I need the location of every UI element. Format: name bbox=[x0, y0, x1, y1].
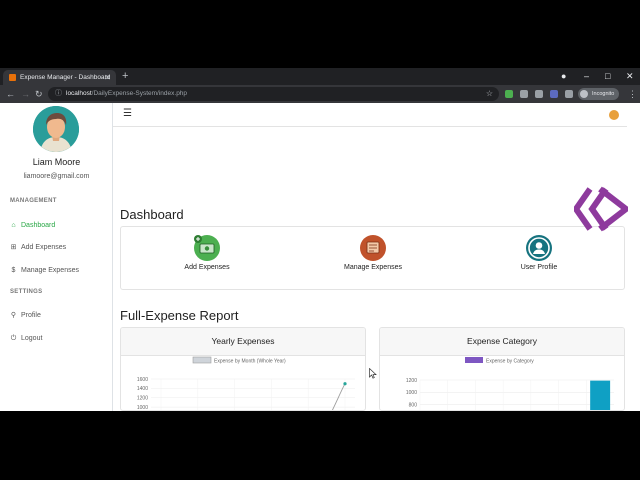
y-tick-label: 800 bbox=[409, 402, 418, 408]
incognito-label: Incognito bbox=[592, 91, 615, 97]
data-point bbox=[343, 382, 347, 386]
quick-actions-card: Add Expenses Manage Expenses User Profil… bbox=[120, 226, 625, 290]
watermark-logo-icon bbox=[574, 186, 628, 232]
screen: Expense Manager - Dashboard ✕ + ● – □ ✕ … bbox=[0, 0, 640, 480]
quick-action-label: User Profile bbox=[520, 264, 558, 271]
dollar-icon: $ bbox=[11, 267, 16, 274]
url-path: /DailyExpense-System/index.php bbox=[91, 90, 188, 97]
media-control-icon[interactable]: ● bbox=[561, 68, 566, 85]
y-tick-label: 1200 bbox=[406, 378, 417, 384]
mouse-cursor-icon bbox=[369, 368, 377, 379]
maximize-icon[interactable]: □ bbox=[605, 68, 610, 85]
sidebar-item-label: Dashboard bbox=[21, 222, 56, 229]
incognito-badge[interactable]: Incognito bbox=[578, 88, 620, 100]
sidebar-item-label: Profile bbox=[21, 312, 41, 319]
extensions-puzzle-icon[interactable] bbox=[565, 90, 573, 98]
sidebar-item-add-expenses[interactable]: ⊞ Add Expenses bbox=[9, 242, 67, 254]
user-email: liamoore@gmail.com bbox=[23, 173, 90, 180]
menu-toggle-icon[interactable]: ☰ bbox=[123, 109, 132, 119]
yearly-expenses-card: Yearly Expenses Expense by Month (Whole … bbox=[120, 327, 366, 411]
web-page: Liam Moore liamoore@gmail.com MANAGEMENT… bbox=[0, 103, 640, 411]
incognito-icon bbox=[580, 90, 588, 98]
quick-action-label: Manage Expenses bbox=[344, 264, 402, 271]
legend-swatch bbox=[465, 357, 483, 363]
extension-icon[interactable] bbox=[520, 90, 528, 98]
quick-action-label: Add Expenses bbox=[184, 264, 230, 271]
y-tick-label: 1200 bbox=[137, 396, 148, 402]
sidebar-item-dashboard[interactable]: ⌂ Dashboard bbox=[9, 220, 55, 232]
line-chart: Expense by Month (Whole Year)02004006008… bbox=[137, 356, 355, 411]
bar-chart: Expense by Category020040060080010001200… bbox=[406, 357, 614, 410]
extension-icon[interactable] bbox=[505, 90, 513, 98]
card-title: Yearly Expenses bbox=[121, 328, 365, 356]
user-menu-avatar[interactable] bbox=[609, 110, 619, 120]
url-host: localhost bbox=[66, 90, 92, 97]
report-title: Full-Expense Report bbox=[120, 308, 239, 323]
user-profile-button[interactable]: User Profile bbox=[484, 235, 594, 271]
sidebar-item-logout[interactable]: ⏻ Logout bbox=[9, 333, 43, 345]
minimize-icon[interactable]: – bbox=[584, 68, 589, 85]
money-add-icon bbox=[194, 235, 220, 261]
plus-square-icon: ⊞ bbox=[10, 244, 17, 251]
section-heading-management: MANAGEMENT bbox=[10, 198, 57, 204]
bookmark-star-icon[interactable]: ☆ bbox=[486, 87, 493, 101]
close-tab-icon[interactable]: ✕ bbox=[104, 70, 111, 85]
avatar bbox=[33, 106, 79, 152]
legend-label: Expense by Month (Whole Year) bbox=[214, 359, 286, 365]
sidebar-item-profile[interactable]: ⚲ Profile bbox=[9, 310, 41, 322]
tab-strip: Expense Manager - Dashboard ✕ + ● – □ ✕ bbox=[0, 68, 640, 85]
site-info-icon[interactable]: ⓘ bbox=[55, 87, 62, 101]
address-bar[interactable]: ⓘ localhost/DailyExpense-System/index.ph… bbox=[48, 87, 499, 101]
bar bbox=[590, 380, 611, 410]
user-name: Liam Moore bbox=[32, 157, 81, 167]
sidebar-item-label: Manage Expenses bbox=[21, 267, 79, 274]
manage-icon bbox=[360, 235, 386, 261]
y-tick-label: 1400 bbox=[137, 386, 148, 392]
add-expenses-button[interactable]: Add Expenses bbox=[152, 235, 262, 271]
home-icon: ⌂ bbox=[11, 222, 16, 229]
page-title: Dashboard bbox=[120, 207, 184, 222]
sidebar-item-label: Add Expenses bbox=[21, 244, 67, 251]
extension-icon[interactable] bbox=[550, 90, 558, 98]
close-window-icon[interactable]: ✕ bbox=[626, 68, 634, 85]
browser-menu-icon[interactable]: ⋮ bbox=[628, 85, 637, 103]
y-tick-label: 1600 bbox=[137, 377, 148, 383]
browser-tab[interactable]: Expense Manager - Dashboard ✕ bbox=[3, 70, 116, 85]
expense-category-card: Expense Category Expense by Category0200… bbox=[379, 327, 625, 411]
forward-icon[interactable]: → bbox=[21, 85, 30, 103]
top-navbar: ☰ bbox=[113, 103, 627, 127]
legend-swatch bbox=[192, 356, 212, 364]
back-icon[interactable]: ← bbox=[6, 85, 15, 103]
sidebar-item-label: Logout bbox=[21, 335, 43, 342]
reload-icon[interactable]: ↻ bbox=[35, 85, 43, 103]
favicon-icon bbox=[9, 74, 16, 81]
new-tab-icon[interactable]: + bbox=[122, 68, 128, 85]
section-heading-settings: SETTINGS bbox=[10, 289, 43, 295]
y-tick-label: 1000 bbox=[137, 405, 148, 411]
manage-expenses-button[interactable]: Manage Expenses bbox=[318, 235, 428, 271]
card-title: Expense Category bbox=[380, 328, 624, 356]
tab-title: Expense Manager - Dashboard bbox=[20, 74, 111, 81]
power-icon: ⏻ bbox=[10, 335, 17, 342]
browser-toolbar: ← → ↻ ⓘ localhost/DailyExpense-System/in… bbox=[0, 85, 640, 103]
user-circle-icon bbox=[526, 235, 552, 261]
y-tick-label: 1000 bbox=[406, 390, 417, 396]
user-icon: ⚲ bbox=[10, 312, 17, 319]
legend-label: Expense by Category bbox=[486, 359, 534, 365]
browser-window: Expense Manager - Dashboard ✕ + ● – □ ✕ … bbox=[0, 68, 640, 411]
sidebar: Liam Moore liamoore@gmail.com MANAGEMENT… bbox=[0, 103, 113, 411]
sidebar-item-manage-expenses[interactable]: $ Manage Expenses bbox=[9, 265, 79, 277]
extension-icon[interactable] bbox=[535, 90, 543, 98]
